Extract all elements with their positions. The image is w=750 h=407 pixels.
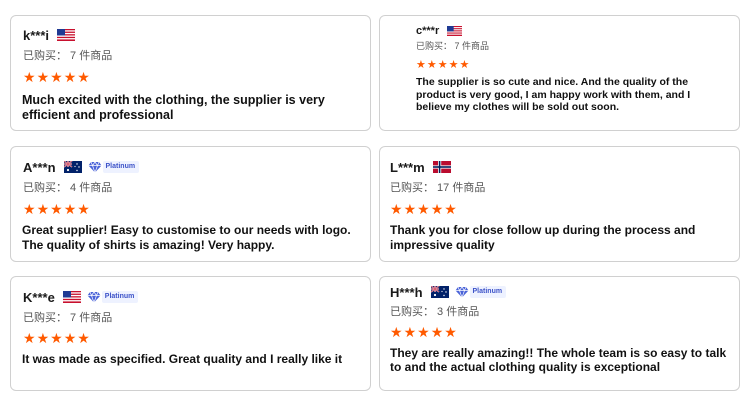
diamond-icon [87,291,101,303]
rating-stars: ★ ★ ★ ★ ★ [390,325,458,339]
review-text: It was made as specified. Great quality … [22,352,343,366]
purchase-count: 已购买： 7 件商品 [416,41,490,51]
rating-stars: ★ ★ ★ ★ ★ [23,331,91,345]
star-icon: ★ [403,324,417,340]
reviewer-name: k***i [23,27,50,43]
star-icon: ★ [23,330,36,346]
star-icon: ★ [430,324,444,340]
star-icon: ★ [36,201,50,217]
review-card: H***h Platinum 已购买： 3 件商品 ★ ★ ★ ★ ★ They are… [379,276,740,391]
platinum-badge: Platinum [87,291,139,303]
star-icon: ★ [417,201,430,217]
no-flag-icon [432,161,451,173]
platinum-label: Platinum [469,286,507,298]
purchase-count: 已购买： 7 件商品 [23,312,113,324]
reviewer-name: A***n [23,159,56,175]
star-icon: ★ [437,59,448,71]
us-flag-icon [62,291,81,303]
star-icon: ★ [416,59,426,71]
star-icon: ★ [63,69,77,85]
rating-stars: ★ ★ ★ ★ ★ [416,58,470,72]
star-icon: ★ [430,201,444,217]
star-icon: ★ [403,201,417,217]
purchase-count: 已购买： 7 件商品 [23,50,113,62]
diamond-icon [455,286,469,298]
star-icon: ★ [77,330,90,346]
purchase-count: 已购买： 4 件商品 [23,182,113,194]
rating-stars: ★ ★ ★ ★ ★ [390,202,458,216]
reviewer-name: c***r [416,25,440,37]
au-flag-icon [430,286,449,298]
star-icon: ★ [50,330,63,346]
purchase-count: 已购买： 3 件商品 [390,306,480,318]
review-text: Much excited with the clothing, the supp… [22,93,325,122]
review-text: Great supplier! Easy to customise to our… [22,223,351,252]
star-icon: ★ [63,201,77,217]
star-icon: ★ [23,69,36,85]
star-icon: ★ [444,324,457,340]
au-flag-icon [63,161,82,173]
star-icon: ★ [50,201,63,217]
review-text: Thank you for close follow up during the… [390,223,696,252]
purchase-count: 已购买： 17 件商品 [390,182,486,194]
reviewer-name: H***h [390,284,423,300]
star-icon: ★ [426,59,437,71]
platinum-badge: Platinum [88,161,140,173]
star-icon: ★ [77,69,90,85]
us-flag-icon [57,29,76,41]
reviewer-name: K***e [23,289,55,305]
review-card: K***e Platinum 已购买： 7 件商品 ★ ★ ★ ★ ★ It was m… [10,276,371,391]
reviewer-name: L***m [390,159,425,175]
diamond-icon [88,161,102,173]
review-card: c***r 已购买： 7 件商品 ★ ★ ★ ★ ★ The supplier is s… [379,15,740,131]
rating-stars: ★ ★ ★ ★ ★ [23,70,91,84]
star-icon: ★ [390,324,403,340]
star-icon: ★ [63,330,77,346]
star-icon: ★ [417,324,430,340]
star-icon: ★ [50,69,63,85]
star-icon: ★ [36,330,50,346]
review-card: L***m 已购买： 17 件商品 ★ ★ ★ ★ ★ Thank you for cl… [379,146,740,262]
star-icon: ★ [459,59,470,71]
platinum-label: Platinum [102,161,140,173]
platinum-label: Platinum [101,291,139,303]
star-icon: ★ [36,69,50,85]
star-icon: ★ [77,201,90,217]
us-flag-icon [447,26,463,36]
star-icon: ★ [390,201,403,217]
review-card: k***i 已购买： 7 件商品 ★ ★ ★ ★ ★ Much excited with… [10,15,371,131]
star-icon: ★ [444,201,457,217]
star-icon: ★ [448,59,459,71]
rating-stars: ★ ★ ★ ★ ★ [23,202,91,216]
review-card: A***n Platinum 已购买： 4 件商品 ★ ★ ★ ★ ★ Great su… [10,146,371,262]
star-icon: ★ [23,201,36,217]
review-text: The supplier is so cute and nice. And th… [416,76,691,113]
platinum-badge: Platinum [455,286,507,298]
review-text: They are really amazing!! The whole team… [390,346,727,374]
